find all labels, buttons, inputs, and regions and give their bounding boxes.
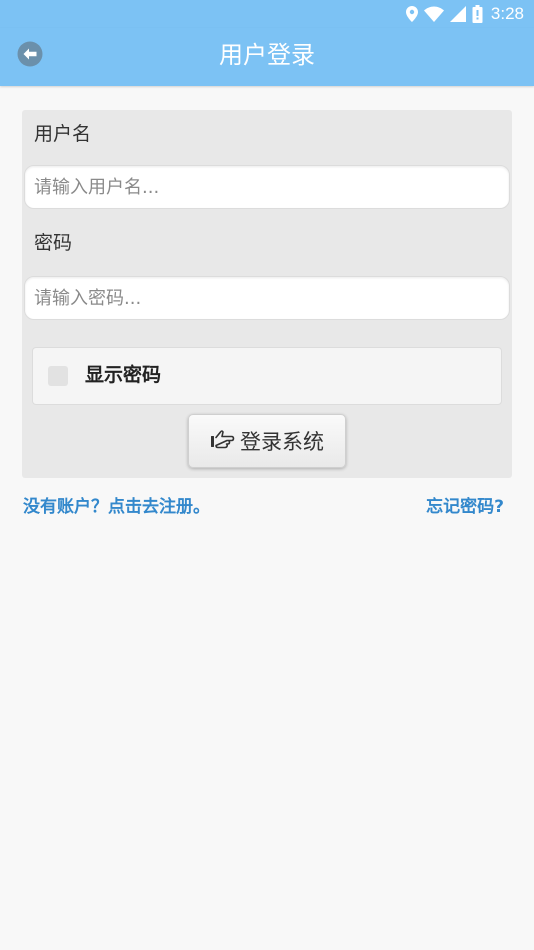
show-password-label: 显示密码: [85, 364, 162, 386]
status-bar: 3:28: [0, 0, 534, 28]
password-input[interactable]: [24, 276, 510, 320]
app-bar: 用户登录: [0, 28, 534, 86]
show-password-checkbox[interactable]: 显示密码: [32, 347, 502, 405]
username-label: 用户名: [34, 123, 92, 145]
battery-icon: [472, 5, 483, 23]
login-button[interactable]: 登录系统: [188, 414, 346, 468]
page-title: 用户登录: [219, 41, 315, 69]
login-button-label: 登录系统: [240, 430, 324, 454]
status-icons: 3:28: [405, 4, 524, 24]
checkbox-box[interactable]: [48, 366, 68, 386]
signal-icon: [449, 6, 466, 22]
location-icon: [405, 6, 418, 22]
wifi-icon: [423, 6, 444, 22]
username-input[interactable]: [24, 165, 510, 209]
password-label: 密码: [34, 232, 73, 254]
hand-pointing-icon: [210, 428, 236, 454]
status-time: 3:28: [490, 4, 524, 23]
forgot-password-link[interactable]: 忘记密码?: [426, 496, 504, 518]
login-form-card: 用户名 密码 显示密码 登录系统: [22, 110, 512, 478]
register-link[interactable]: 没有账户？点击去注册。: [23, 496, 210, 518]
